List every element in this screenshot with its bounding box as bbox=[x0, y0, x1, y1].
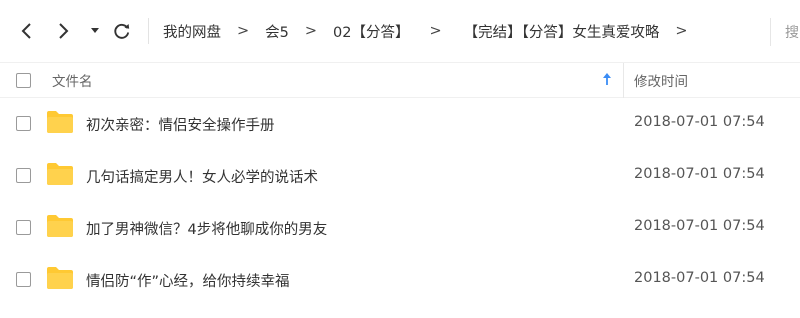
breadcrumb-item-level2[interactable]: 02【分答】 bbox=[333, 21, 409, 42]
breadcrumb-item-level1[interactable]: 会5 bbox=[265, 21, 289, 42]
row-checkbox[interactable] bbox=[16, 220, 31, 235]
breadcrumb-item-root[interactable]: 我的网盘 bbox=[163, 21, 221, 42]
file-modified-time: 2018-07-01 07:54 bbox=[634, 270, 765, 286]
history-dropdown-button[interactable] bbox=[85, 18, 105, 44]
column-header-modified[interactable]: 修改时间 bbox=[634, 70, 688, 90]
sort-arrow-up-icon[interactable] bbox=[602, 72, 612, 86]
refresh-button[interactable] bbox=[110, 18, 134, 44]
column-header-name[interactable]: 文件名 bbox=[52, 70, 93, 90]
breadcrumb-separator: > bbox=[304, 23, 318, 39]
row-checkbox[interactable] bbox=[16, 116, 31, 131]
refresh-icon bbox=[114, 23, 130, 39]
chevron-right-icon bbox=[59, 23, 69, 39]
folder-icon bbox=[47, 215, 73, 237]
search-label: 搜 bbox=[785, 25, 799, 41]
select-all-checkbox[interactable] bbox=[16, 73, 31, 88]
forward-button[interactable] bbox=[52, 18, 76, 44]
back-button[interactable] bbox=[14, 18, 38, 44]
file-name[interactable]: 几句话搞定男人！女人必学的说话术 bbox=[86, 166, 318, 187]
breadcrumb: 我的网盘 > 会5 > 02【分答】 > 【完结】【分答】女生真爱攻略 > bbox=[163, 20, 704, 42]
file-list-header: 文件名 修改时间 bbox=[0, 62, 800, 98]
folder-icon bbox=[47, 163, 73, 185]
column-divider[interactable] bbox=[623, 63, 624, 98]
row-checkbox[interactable] bbox=[16, 272, 31, 287]
file-modified-time: 2018-07-01 07:54 bbox=[634, 166, 765, 182]
file-name[interactable]: 初次亲密：情侣安全操作手册 bbox=[86, 114, 275, 135]
breadcrumb-separator: > bbox=[429, 23, 442, 39]
search-box[interactable]: 搜 bbox=[770, 18, 800, 46]
file-name[interactable]: 情侣防“作”心经，给你持续幸福 bbox=[86, 270, 290, 291]
folder-icon bbox=[47, 111, 73, 133]
breadcrumb-separator: > bbox=[675, 23, 688, 39]
table-row[interactable]: 加了男神微信？4步将他聊成你的男友 2018-07-01 07:54 bbox=[0, 203, 800, 253]
table-row[interactable]: 情侣防“作”心经，给你持续幸福 2018-07-01 07:54 bbox=[0, 255, 800, 305]
toolbar: 我的网盘 > 会5 > 02【分答】 > 【完结】【分答】女生真爱攻略 > 搜 bbox=[0, 0, 800, 62]
toolbar-divider bbox=[148, 18, 149, 44]
file-modified-time: 2018-07-01 07:54 bbox=[634, 114, 765, 130]
chevron-left-icon bbox=[21, 23, 31, 39]
file-modified-time: 2018-07-01 07:54 bbox=[634, 218, 765, 234]
breadcrumb-item-current[interactable]: 【完结】【分答】女生真爱攻略 bbox=[464, 21, 660, 42]
folder-icon bbox=[47, 267, 73, 289]
file-name[interactable]: 加了男神微信？4步将他聊成你的男友 bbox=[86, 218, 327, 239]
breadcrumb-separator: > bbox=[237, 23, 250, 39]
caret-down-icon bbox=[91, 28, 99, 33]
table-row[interactable]: 几句话搞定男人！女人必学的说话术 2018-07-01 07:54 bbox=[0, 151, 800, 201]
row-checkbox[interactable] bbox=[16, 168, 31, 183]
table-row[interactable]: 初次亲密：情侣安全操作手册 2018-07-01 07:54 bbox=[0, 99, 800, 149]
